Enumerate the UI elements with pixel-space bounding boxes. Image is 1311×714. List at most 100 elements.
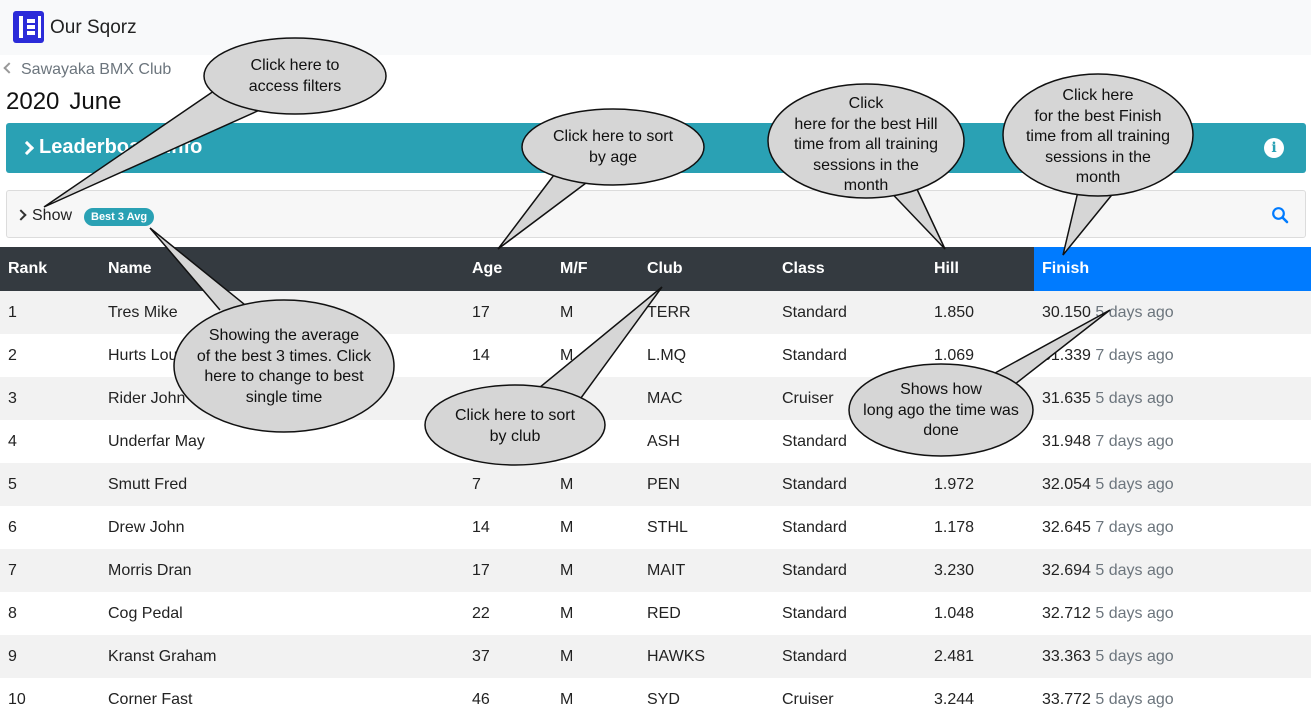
callout-line: month [1075,169,1121,186]
brand-name[interactable]: Our Sqorz [50,17,137,39]
name-cell[interactable]: Cog Pedal [100,592,464,635]
callout-line: Click here [1062,87,1134,104]
callout-line: Click [848,95,884,112]
callout-line: Showing the average [208,327,360,344]
finish-time: 31.948 [1042,432,1091,450]
name-cell[interactable]: Drew John [100,506,464,549]
table-row[interactable]: 6 Drew John 14 M STHL Standard 1.178 32.645 7 d… [0,506,1311,549]
age-cell: 37 [464,635,552,678]
club-cell[interactable]: RED [639,592,774,635]
finish-cell: 32.694 5 days ago [1034,549,1311,592]
table-row[interactable]: 5 Smutt Fred 7 M PEN Standard 1.972 32.054 5 da… [0,463,1311,506]
callout-line: Click here to sort [552,128,674,145]
column-header-hill[interactable]: Hill [926,247,1034,291]
back-link[interactable]: Sawayaka BMX Club [3,61,171,79]
time-ago-label: 5 days ago [1095,303,1174,321]
table-row[interactable]: 9 Kranst Graham 37 M HAWKS Standard 2.481 33.36… [0,635,1311,678]
finish-time: 32.712 [1042,604,1091,622]
callout-filters-text: Click here to access filters [205,56,385,97]
name-cell[interactable]: Morris Dran [100,549,464,592]
column-header-age[interactable]: Age [464,247,552,291]
table-row[interactable]: 10 Corner Fast 46 M SYD Cruiser 3.244 33.772 5 … [0,678,1311,714]
club-cell[interactable]: TERR [639,291,774,334]
table-row[interactable]: 4 Underfar May 14 F ASH Standard 1.420 31.948 7… [0,420,1311,463]
callout-line: here for the best Hill [794,115,938,133]
callout-ago-text: Shows how long ago the time was done [849,380,1033,442]
rank-cell: 3 [0,377,100,420]
hill-cell: 1.178 [926,506,1034,549]
gender-cell: M [552,678,639,714]
show-filters-toggle[interactable]: Show [32,207,72,225]
info-circle-icon[interactable]: i [1264,138,1284,158]
hill-cell: 2.481 [926,635,1034,678]
leaderboard-info-label: Leaderboard info [39,136,203,158]
finish-time: 33.772 [1042,690,1091,708]
column-header-class[interactable]: Class [774,247,926,291]
club-cell[interactable]: PEN [639,463,774,506]
age-cell: 17 [464,291,552,334]
search-icon[interactable] [1271,206,1289,224]
column-header-name[interactable]: Name [100,247,464,291]
time-ago-label: 7 days ago [1095,346,1174,364]
callout-line: done [923,422,959,439]
best-avg-badge[interactable]: Best 3 Avg [84,208,155,226]
callout-hill-text: Click here for the best Hill time from all… [766,94,966,197]
rank-cell: 2 [0,334,100,377]
name-cell[interactable]: Kranst Graham [100,635,464,678]
age-cell: 14 [464,506,552,549]
table-header-row: Rank Name Age M/F Club Class Hill Finish [0,247,1311,291]
time-ago-label: 5 days ago [1095,647,1174,665]
club-cell[interactable]: ASH [639,420,774,463]
class-cell: Standard [774,506,926,549]
time-ago-label: 7 days ago [1095,518,1174,536]
chevron-right-icon[interactable] [15,209,27,221]
finish-cell: 32.645 7 days ago [1034,506,1311,549]
club-cell[interactable]: HAWKS [639,635,774,678]
time-ago-label: 5 days ago [1095,604,1174,622]
club-cell[interactable]: MAIT [639,549,774,592]
age-cell: 7 [464,463,552,506]
name-cell[interactable]: Underfar May [100,420,464,463]
callout-line: sessions in the [1045,148,1151,166]
column-header-mf[interactable]: M/F [552,247,639,291]
sqorz-logo-icon[interactable] [13,11,44,43]
name-cell[interactable]: Corner Fast [100,678,464,714]
rank-cell: 6 [0,506,100,549]
club-cell[interactable]: STHL [639,506,774,549]
club-cell[interactable]: SYD [639,678,774,714]
column-header-rank[interactable]: Rank [0,247,100,291]
gender-cell: M [552,592,639,635]
callout-line: here to change to best [204,368,364,385]
callout-line: long ago the time was [863,401,1019,419]
callout-average-text: Showing the average of the best 3 times. … [174,326,394,408]
callout-finish-text: Click here for the best Finish time from a… [1003,86,1193,189]
callout-line: by club [489,427,541,445]
age-cell: 14 [464,334,552,377]
title-month: June [69,88,122,115]
callout-line: access filters [248,77,342,95]
club-cell[interactable]: L.MQ [639,334,774,377]
name-cell[interactable]: Smutt Fred [100,463,464,506]
class-cell: Standard [774,635,926,678]
column-header-club[interactable]: Club [639,247,774,291]
class-cell: Standard [774,549,926,592]
hill-cell: 3.244 [926,678,1034,714]
age-cell: 17 [464,549,552,592]
callout-line: Shows how [900,381,982,398]
callout-line: Click here to sort [454,407,576,424]
hill-cell: 3.230 [926,549,1034,592]
table-row[interactable]: 8 Cog Pedal 22 M RED Standard 1.048 32.712 5 da… [0,592,1311,635]
table-row[interactable]: 7 Morris Dran 17 M MAIT Standard 3.230 32.694 5… [0,549,1311,592]
time-ago-label: 7 days ago [1095,432,1174,450]
callout-line: of the best 3 times. Click [196,347,372,365]
club-cell[interactable]: MAC [639,377,774,420]
filter-bar: Show Best 3 Avg [6,190,1306,238]
hill-cell: 1.850 [926,291,1034,334]
chevron-left-icon [3,62,15,74]
column-header-finish[interactable]: Finish [1034,247,1311,291]
rank-cell: 7 [0,549,100,592]
callout-line: sessions in the [813,156,919,174]
finish-cell: 32.054 5 days ago [1034,463,1311,506]
callout-line: time from all training [1025,128,1171,145]
rank-cell: 8 [0,592,100,635]
